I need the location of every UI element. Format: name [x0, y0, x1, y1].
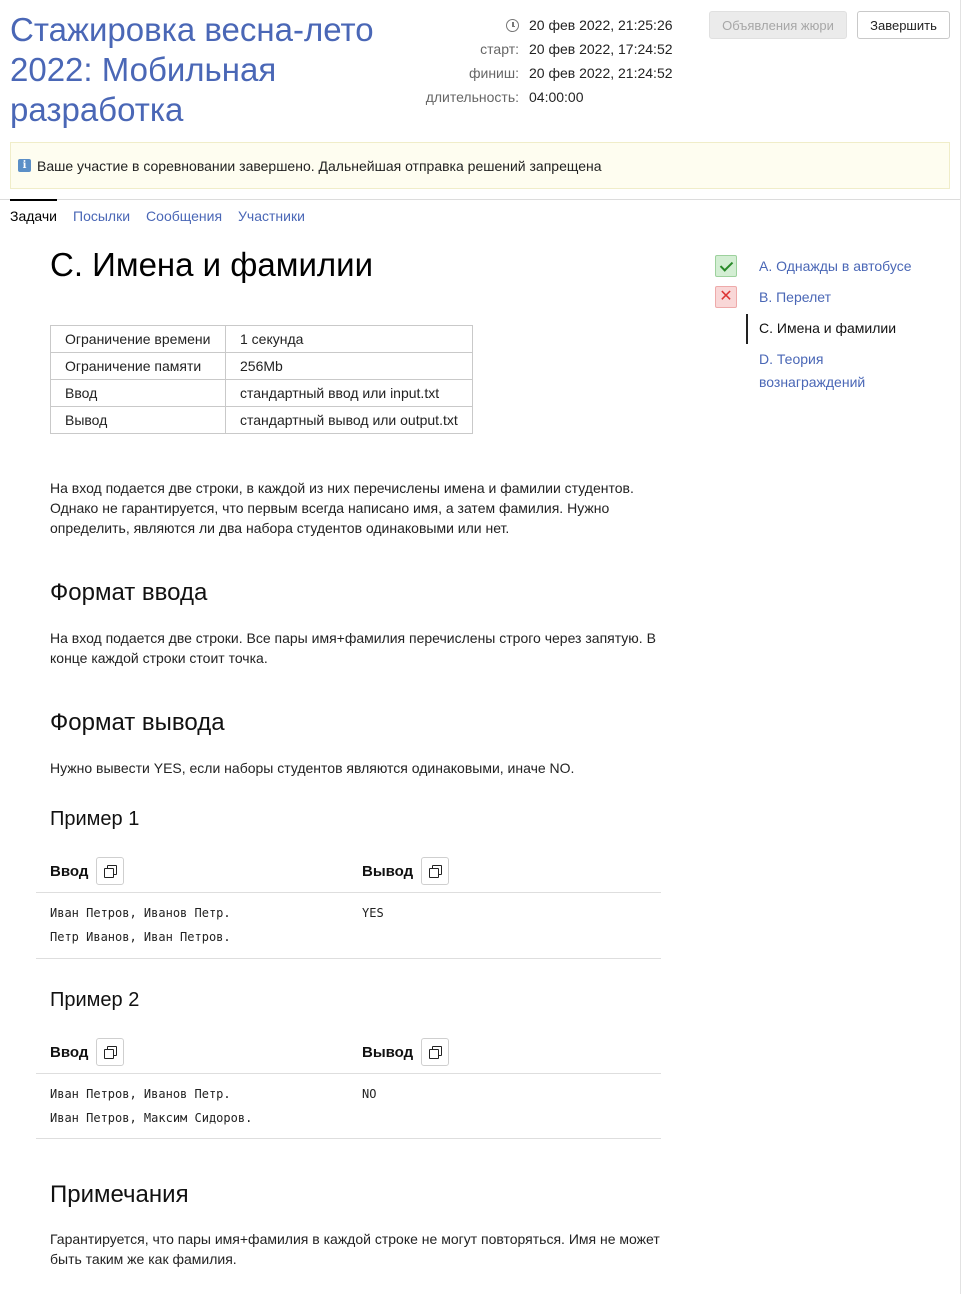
output-format-text: Нужно вывести YES, если наборы студентов…	[50, 760, 575, 776]
clock-icon	[506, 19, 519, 32]
current-indicator	[746, 314, 748, 344]
status-placeholder	[715, 348, 737, 370]
sidebar-item-label[interactable]: D. Теория вознаграждений	[759, 348, 929, 394]
table-row: Ограничение памяти 256Mb	[50, 352, 473, 380]
sample-2-input-header: Ввод	[50, 1038, 125, 1066]
copy-icon[interactable]	[421, 857, 450, 885]
limit-value: 1 секунда	[225, 325, 473, 353]
tabs: Задачи Посылки Сообщения Участники	[10, 199, 321, 227]
sample-1-input: Иван Петров, Иванов Петр. Петр Иванов, И…	[50, 906, 231, 944]
start-label: старт:	[480, 41, 519, 57]
table-row: Вывод стандартный вывод или output.txt	[50, 406, 473, 434]
sample-input-label: Ввод	[50, 1043, 89, 1061]
contest-timing: 20 фев 2022, 21:25:26 старт: 20 фев 2022…	[400, 13, 700, 109]
notice-text: Ваше участие в соревновании завершено. Д…	[37, 157, 602, 174]
info-icon: i	[18, 159, 31, 172]
sample-1-title: Пример 1	[50, 808, 140, 830]
sample-divider	[36, 892, 661, 893]
start-time: 20 фев 2022, 17:24:52	[529, 41, 673, 57]
limit-key: Вывод	[50, 406, 226, 434]
limit-key: Ограничение памяти	[50, 352, 226, 380]
sample-2-output-header: Вывод	[362, 1038, 450, 1066]
sidebar-item-a[interactable]: A. Однажды в автобусе	[715, 255, 955, 278]
finish-time: 20 фев 2022, 21:24:52	[529, 65, 673, 81]
duration-value: 04:00:00	[529, 89, 584, 105]
problem-statement: На вход подается две строки, в каждой из…	[50, 480, 634, 536]
finish-label: финиш:	[468, 65, 519, 81]
copy-icon[interactable]	[421, 1038, 450, 1066]
cross-icon: ✕	[715, 286, 737, 308]
sample-input-label: Ввод	[50, 862, 89, 880]
notice-banner: i Ваше участие в соревновании завершено.…	[10, 142, 950, 189]
contest-title: Стажировка весна-лето 2022: Мобильная ра…	[10, 11, 374, 128]
problem-title: C. Имена и фамилии	[50, 246, 374, 283]
sample-1-input-header: Ввод	[50, 857, 125, 885]
copy-icon[interactable]	[96, 1038, 125, 1066]
sidebar-item-c[interactable]: C. Имена и фамилии	[715, 314, 955, 344]
duration-label: длительность:	[425, 89, 519, 105]
finish-button[interactable]: Завершить	[857, 11, 950, 39]
current-time: 20 фев 2022, 21:25:26	[529, 17, 673, 33]
sample-2-input: Иван Петров, Иванов Петр. Иван Петров, М…	[50, 1087, 253, 1125]
sample-1-output: YES	[362, 906, 384, 920]
limit-key: Ограничение времени	[50, 325, 226, 353]
limits-table: Ограничение времени 1 секунда Ограничени…	[50, 325, 473, 434]
copy-icon[interactable]	[96, 857, 125, 885]
limit-key: Ввод	[50, 379, 226, 407]
sample-2-output: NO	[362, 1087, 377, 1101]
notes-heading: Примечания	[50, 1181, 189, 1208]
sidebar-item-label[interactable]: A. Однажды в автобусе	[759, 255, 912, 278]
status-placeholder	[715, 317, 737, 339]
sidebar-item-label[interactable]: B. Перелет	[759, 286, 831, 309]
input-format-text: На вход подается две строки. Все пары им…	[50, 630, 656, 666]
output-format-heading: Формат вывода	[50, 709, 225, 736]
checkmark-icon	[715, 255, 737, 277]
tab-participants[interactable]: Участники	[238, 199, 305, 227]
limit-value: стандартный вывод или output.txt	[225, 406, 473, 434]
sample-output-label: Вывод	[362, 862, 414, 880]
problems-sidebar: A. Однажды в автобусе ✕ B. Перелет C. Им…	[715, 255, 955, 402]
sample-divider	[36, 1073, 661, 1074]
sample-output-label: Вывод	[362, 1043, 414, 1061]
sample-1-output-header: Вывод	[362, 857, 450, 885]
jury-announcements-button[interactable]: Объявления жюри	[709, 11, 847, 39]
sidebar-item-d[interactable]: D. Теория вознаграждений	[715, 348, 955, 394]
sample-divider	[36, 958, 661, 959]
tab-messages[interactable]: Сообщения	[146, 199, 222, 227]
input-format-heading: Формат ввода	[50, 579, 208, 606]
tab-submissions[interactable]: Посылки	[73, 199, 130, 227]
sample-2-title: Пример 2	[50, 989, 140, 1011]
notes-text: Гарантируется, что пары имя+фамилия в ка…	[50, 1231, 660, 1267]
sidebar-item-b[interactable]: ✕ B. Перелет	[715, 286, 955, 309]
table-row: Ограничение времени 1 секунда	[50, 325, 473, 353]
limit-value: 256Mb	[225, 352, 473, 380]
sample-divider	[36, 1138, 661, 1139]
sidebar-item-label: C. Имена и фамилии	[759, 320, 897, 336]
limit-value: стандартный ввод или input.txt	[225, 379, 473, 407]
tab-problems[interactable]: Задачи	[10, 199, 58, 227]
table-row: Ввод стандартный ввод или input.txt	[50, 379, 473, 407]
